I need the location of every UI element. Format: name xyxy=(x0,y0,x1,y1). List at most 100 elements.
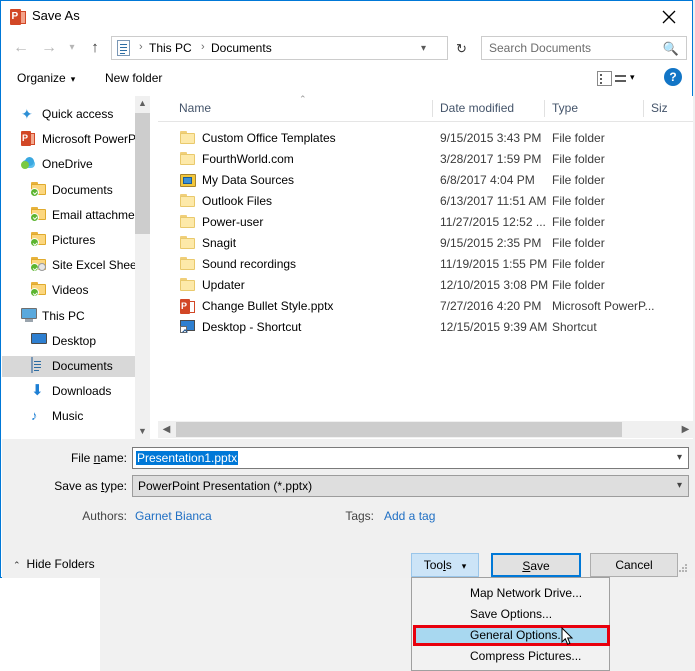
menu-item-general-options[interactable]: General Options... xyxy=(413,625,610,646)
sidebar-item-label: Email attachmer xyxy=(52,208,139,222)
file-list-hscrollbar[interactable]: ◀ ▶ xyxy=(158,421,694,438)
sidebar-item-desktop[interactable]: Desktop xyxy=(2,331,148,352)
table-row[interactable]: Power-user11/27/2015 12:52 ...File folde… xyxy=(158,212,693,233)
powerpoint-icon xyxy=(10,9,26,25)
tags-value[interactable]: Add a tag xyxy=(384,509,435,523)
scroll-up-icon[interactable]: ▲ xyxy=(135,96,150,111)
folder-synced-icon xyxy=(31,182,47,198)
title-bar: Save As xyxy=(1,1,692,32)
view-line xyxy=(615,75,626,77)
file-name-cell: Updater xyxy=(202,278,245,292)
resize-grip-icon[interactable] xyxy=(679,564,688,573)
organize-button[interactable]: Organize▾ xyxy=(17,71,75,85)
sidebar-item-label: This PC xyxy=(42,309,85,323)
sidebar-item-site-excel-sheets[interactable]: Site Excel Sheets xyxy=(2,255,148,276)
column-header-type[interactable]: Type xyxy=(552,101,578,115)
sidebar-scrollbar[interactable]: ▲ ▼ xyxy=(135,96,150,439)
type-cell: Shortcut xyxy=(552,320,597,334)
tags-label: Tags: xyxy=(329,509,374,523)
folder-synced-icon xyxy=(31,282,47,298)
chevron-down-icon[interactable]: ▾ xyxy=(677,452,682,463)
back-arrow-icon[interactable]: ← xyxy=(9,37,33,59)
save-as-type-label: Save as type: xyxy=(18,479,127,493)
breadcrumb-documents[interactable]: Documents xyxy=(211,41,272,55)
chevron-down-icon: ▾ xyxy=(630,72,635,83)
folder-shared-icon xyxy=(31,257,47,273)
scrollbar-thumb[interactable] xyxy=(135,113,150,234)
cancel-button[interactable]: Cancel xyxy=(590,553,678,577)
breadcrumb-this-pc[interactable]: This PC xyxy=(149,41,192,55)
command-toolbar: Organize▾ New folder ▾ ? xyxy=(1,64,694,96)
column-header-name[interactable]: Name xyxy=(179,101,211,115)
scrollbar-thumb[interactable] xyxy=(176,422,622,437)
scroll-left-icon[interactable]: ◀ xyxy=(158,421,175,438)
column-header-size[interactable]: Siz xyxy=(651,101,668,115)
table-row[interactable]: Custom Office Templates9/15/2015 3:43 PM… xyxy=(158,128,693,149)
table-row[interactable]: My Data Sources6/8/2017 4:04 PMFile fold… xyxy=(158,170,693,191)
save-as-type-select[interactable]: PowerPoint Presentation (*.pptx) ▾ xyxy=(132,475,689,497)
save-button[interactable]: Save xyxy=(491,553,581,577)
scroll-down-icon[interactable]: ▼ xyxy=(135,424,150,439)
date-modified-cell: 12/15/2015 9:39 AM xyxy=(440,320,547,334)
scroll-right-icon[interactable]: ▶ xyxy=(677,421,694,438)
sidebar-item-documents[interactable]: Documents xyxy=(2,180,148,201)
recent-locations-icon[interactable]: ▾ xyxy=(63,37,81,59)
authors-value[interactable]: Garnet Bianca xyxy=(135,509,212,523)
table-row[interactable]: Outlook Files6/13/2017 11:51 AMFile fold… xyxy=(158,191,693,212)
table-row[interactable]: Change Bullet Style.pptx7/27/2016 4:20 P… xyxy=(158,296,693,317)
sidebar-item-label: Site Excel Sheets xyxy=(52,258,146,272)
menu-item-compress-pictures[interactable]: Compress Pictures... xyxy=(413,646,610,667)
address-bar[interactable]: › This PC › Documents ▾ xyxy=(111,36,448,60)
sidebar-item-email-attachmer[interactable]: Email attachmer xyxy=(2,205,148,226)
type-cell: File folder xyxy=(552,215,605,229)
sidebar-item-pictures[interactable]: Pictures xyxy=(2,230,148,251)
file-name-input[interactable]: Presentation1.pptx ▾ xyxy=(132,447,689,469)
menu-item-label: Compress Pictures... xyxy=(470,649,581,663)
column-divider[interactable] xyxy=(544,100,545,117)
sidebar-item-music[interactable]: ♪Music xyxy=(2,406,148,427)
table-row[interactable]: Snagit9/15/2015 2:35 PMFile folder xyxy=(158,233,693,254)
chevron-down-icon[interactable]: ▾ xyxy=(677,480,682,491)
close-icon[interactable] xyxy=(646,1,692,31)
tools-button[interactable]: Tools▾ xyxy=(411,553,479,577)
star-icon: ✦ xyxy=(21,106,37,122)
table-row[interactable]: Updater12/10/2015 3:08 PMFile folder xyxy=(158,275,693,296)
sidebar-item-downloads[interactable]: ⬇Downloads xyxy=(2,381,148,402)
column-header-date-modified[interactable]: Date modified xyxy=(440,101,514,115)
sidebar-item-label: Pictures xyxy=(52,233,95,247)
table-row[interactable]: FourthWorld.com3/28/2017 1:59 PMFile fol… xyxy=(158,149,693,170)
file-name-value: Presentation1.pptx xyxy=(136,451,238,465)
type-cell: File folder xyxy=(552,173,605,187)
sidebar-item-microsoft-powerp[interactable]: Microsoft PowerP xyxy=(2,129,148,150)
view-layout-button[interactable]: ▾ xyxy=(597,69,641,89)
menu-item-save-options[interactable]: Save Options... xyxy=(413,604,610,625)
up-arrow-icon[interactable]: ↑ xyxy=(83,37,107,59)
sidebar-item-onedrive[interactable]: OneDrive xyxy=(2,154,148,175)
menu-item-map-network-drive[interactable]: Map Network Drive... xyxy=(413,583,610,604)
table-row[interactable]: Desktop - Shortcut12/15/2015 9:39 AMShor… xyxy=(158,317,693,338)
chevron-down-icon[interactable]: ▾ xyxy=(421,43,426,54)
sidebar-item-this-pc[interactable]: This PC xyxy=(2,306,148,327)
help-icon[interactable]: ? xyxy=(664,68,682,86)
menu-item-label: Save Options... xyxy=(470,607,552,621)
sidebar-item-documents[interactable]: Documents xyxy=(2,356,148,377)
new-folder-button[interactable]: New folder xyxy=(105,71,162,85)
sidebar-item-label: Downloads xyxy=(52,384,111,398)
table-row[interactable]: Sound recordings11/19/2015 1:55 PMFile f… xyxy=(158,254,693,275)
hide-folders-button[interactable]: ⌃Hide Folders xyxy=(13,557,95,571)
type-cell: File folder xyxy=(552,194,605,208)
forward-arrow-icon[interactable]: → xyxy=(37,37,61,59)
sidebar-item-videos[interactable]: Videos xyxy=(2,280,148,301)
menu-item-label: General Options... xyxy=(470,628,567,642)
search-input[interactable]: Search Documents 🔍 xyxy=(481,36,687,60)
sidebar-item-label: Videos xyxy=(52,283,88,297)
column-divider[interactable] xyxy=(432,100,433,117)
sort-indicator-icon: ⌃ xyxy=(299,94,307,105)
date-modified-cell: 6/13/2017 11:51 AM xyxy=(440,194,547,208)
documents-icon xyxy=(117,40,133,56)
column-divider[interactable] xyxy=(643,100,644,117)
onedrive-cloud-icon xyxy=(21,156,37,172)
file-name-cell: Power-user xyxy=(202,215,263,229)
sidebar-item-quick-access[interactable]: ✦Quick access xyxy=(2,104,148,125)
documents-icon xyxy=(31,358,47,374)
